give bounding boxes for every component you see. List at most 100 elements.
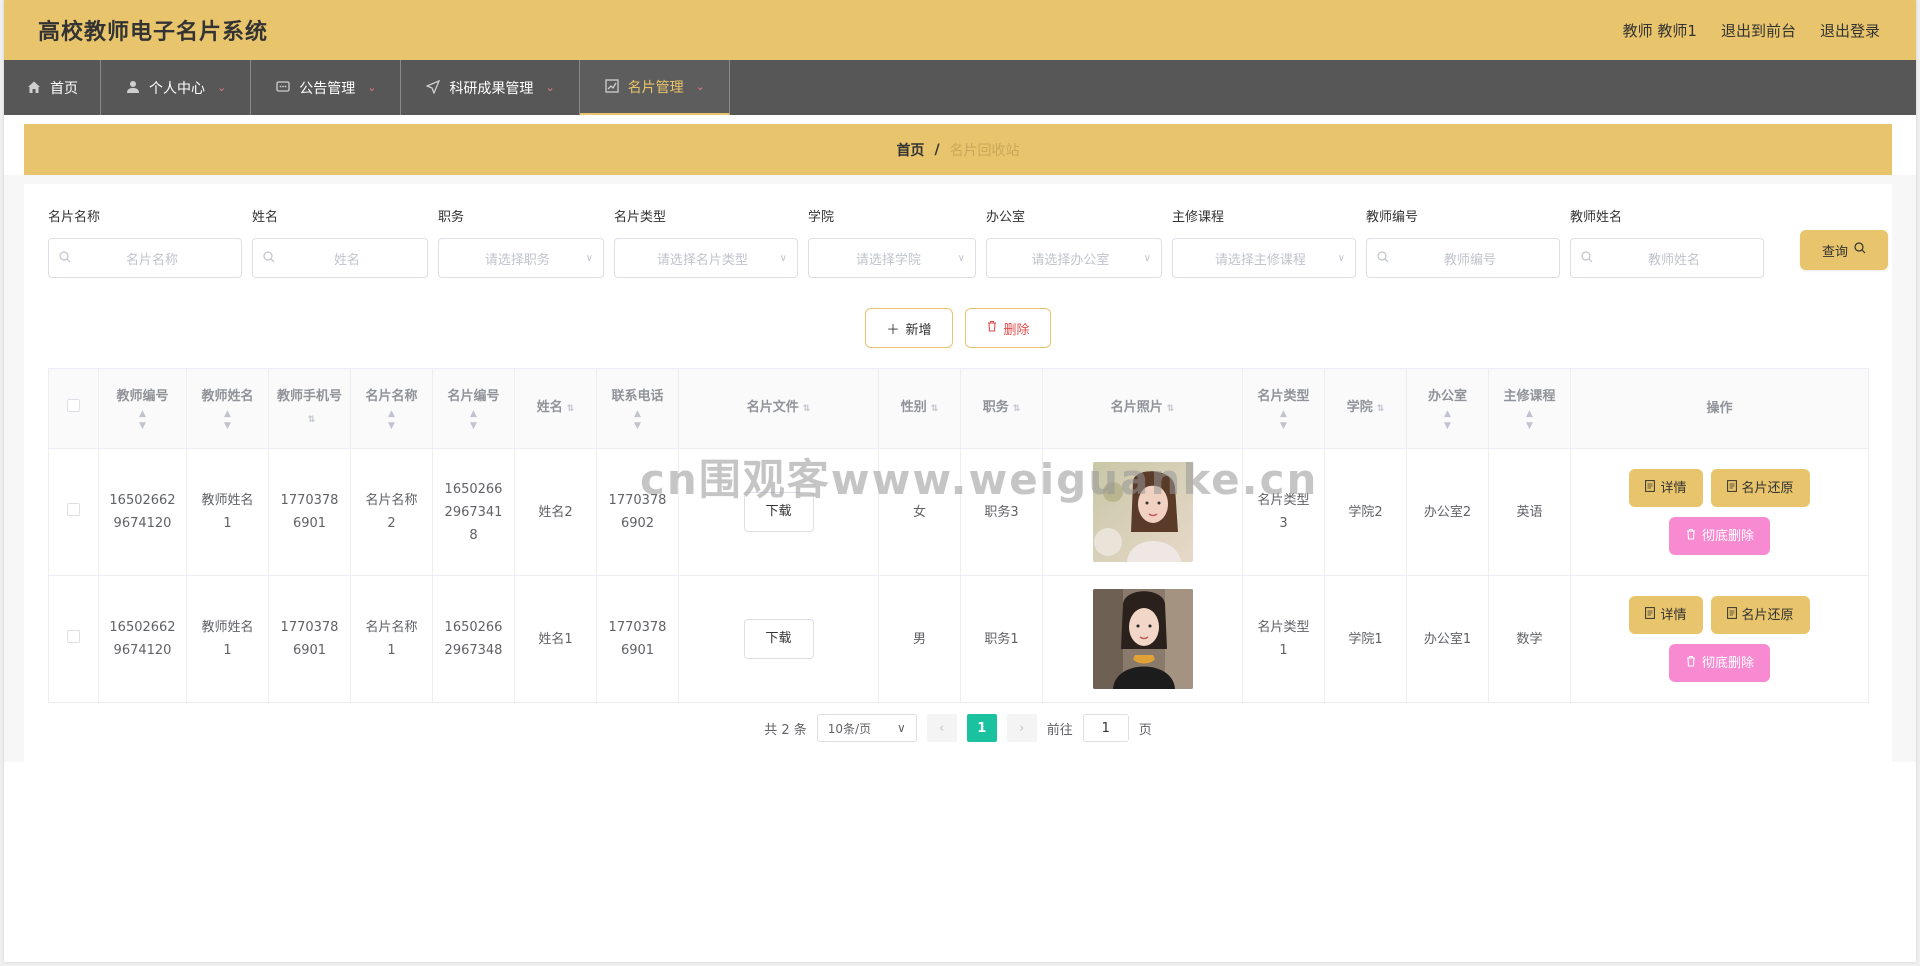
app-title: 高校教师电子名片系统	[38, 20, 269, 45]
next-page-button[interactable]: ›	[1006, 714, 1037, 742]
select-all-checkbox[interactable]	[67, 398, 80, 412]
breadcrumb-home[interactable]: 首页	[896, 140, 924, 160]
college-select[interactable]: 请选择学院 ∨	[808, 238, 976, 278]
column-header[interactable]: 名片照片 ⇅	[1042, 368, 1243, 449]
column-header[interactable]: 学院 ⇅	[1324, 368, 1407, 449]
field-card-name: 名片名称 名片名称	[48, 208, 242, 278]
nav-item-card[interactable]: 名片管理 ⌄	[579, 60, 730, 115]
breadcrumb: 首页 / 名片回收站	[24, 124, 1892, 175]
page-number-current[interactable]: 1	[966, 714, 997, 742]
to-front-link[interactable]: 退出到前台	[1721, 20, 1796, 41]
chevron-down-icon: ⌄	[217, 81, 227, 94]
add-button[interactable]: ＋ 新增	[865, 308, 953, 348]
sort-icon: ⇅	[930, 404, 939, 414]
column-header[interactable]: 姓名 ⇅	[514, 368, 597, 449]
card-name-input[interactable]: 名片名称	[48, 238, 242, 278]
delete-button[interactable]: 删除	[964, 308, 1051, 348]
column-header[interactable]: 名片文件 ⇅	[678, 368, 879, 449]
chevron-down-icon: ∨	[896, 721, 906, 735]
download-button[interactable]: 下载	[743, 492, 814, 532]
cell-file: 下载	[678, 575, 879, 703]
detail-button[interactable]: 详情	[1629, 469, 1703, 507]
trash-icon	[1685, 652, 1697, 675]
field-label: 办公室	[986, 210, 1026, 225]
goto-page-input[interactable]: 1	[1082, 714, 1129, 742]
field-office: 办公室 请选择办公室 ∨	[986, 208, 1162, 278]
placeholder: 请选择学院	[855, 252, 921, 268]
column-header[interactable]: 名片编号 ▲ ▼	[432, 368, 515, 449]
table-row: 16502662 9674120 教师姓名 1 1770378 6901 名片名称 2 …	[48, 448, 1869, 576]
download-button[interactable]: 下载	[743, 619, 814, 659]
cell-card-no: 1650266 2967348	[432, 575, 515, 703]
top-header: 高校教师电子名片系统 教师 教师1 退出到前台 退出登录	[4, 0, 1916, 60]
pagination: 共 2 条 10条/页 ∨ ‹ 1 › 前往 1 页	[24, 714, 1892, 742]
cell-photo	[1042, 448, 1243, 576]
cell-position: 职务1	[960, 575, 1043, 703]
cell-position: 职务3	[960, 448, 1043, 576]
purge-button[interactable]: 彻底删除	[1668, 644, 1770, 682]
cell-college: 学院1	[1324, 575, 1407, 703]
office-select[interactable]: 请选择办公室 ∨	[986, 238, 1162, 278]
field-course: 主修课程 请选择主修课程 ∨	[1172, 208, 1356, 278]
cell-phone: 1770378 6902	[596, 448, 679, 576]
sort-icon: ⇅	[1376, 404, 1385, 414]
goto-suffix: 页	[1138, 722, 1152, 738]
placeholder: 名片名称	[125, 252, 178, 268]
name-input[interactable]: 姓名	[252, 238, 428, 278]
prev-page-button[interactable]: ‹	[926, 714, 957, 742]
detail-button[interactable]: 详情	[1629, 596, 1703, 634]
card-photo[interactable]	[1092, 462, 1193, 562]
row-checkbox[interactable]	[67, 502, 80, 516]
sort-icon: ⇅	[1012, 404, 1021, 414]
nav-label: 公告管理	[299, 80, 356, 97]
search-icon	[1377, 251, 1391, 265]
document-icon	[1645, 604, 1656, 627]
column-header[interactable]: 办公室 ▲ ▼	[1406, 368, 1489, 449]
cell-card-name: 名片名称 2	[350, 448, 433, 576]
chevron-down-icon: ∨	[957, 252, 965, 264]
logout-link[interactable]: 退出登录	[1820, 20, 1880, 41]
field-label: 名片名称	[48, 210, 101, 225]
teacher-name-input[interactable]: 教师姓名	[1570, 238, 1764, 278]
column-header[interactable]: 职务 ⇅	[960, 368, 1043, 449]
field-label: 姓名	[252, 210, 279, 225]
column-header[interactable]: 教师编号 ▲ ▼	[98, 368, 187, 449]
sort-icon: ▲ ▼	[224, 408, 231, 431]
search-icon	[1854, 242, 1866, 258]
column-header[interactable]: 教师姓名 ▲ ▼	[186, 368, 269, 449]
page-size-select[interactable]: 10条/页 ∨	[816, 714, 917, 742]
restore-button[interactable]: 名片还原	[1710, 469, 1810, 507]
card-type-select[interactable]: 请选择名片类型 ∨	[614, 238, 798, 278]
sort-icon: ▲ ▼	[1526, 408, 1533, 431]
sort-icon: ▲ ▼	[1280, 408, 1287, 431]
purge-button[interactable]: 彻底删除	[1668, 517, 1770, 555]
field-label: 学院	[808, 210, 835, 225]
chevron-down-icon: ⌄	[695, 80, 705, 93]
column-header[interactable]: 名片名称 ▲ ▼	[350, 368, 433, 449]
nav-item-home[interactable]: 首页	[4, 60, 101, 115]
restore-button[interactable]: 名片还原	[1710, 596, 1810, 634]
sort-icon: ⇅	[802, 404, 811, 414]
chart-icon	[604, 78, 620, 95]
position-select[interactable]: 请选择职务 ∨	[438, 238, 604, 278]
sort-icon: ⇅	[307, 415, 316, 425]
placeholder: 请选择职务	[484, 252, 550, 268]
sort-icon: ⇅	[566, 404, 575, 414]
column-header[interactable]: 主修课程 ▲ ▼	[1488, 368, 1571, 449]
row-checkbox[interactable]	[67, 629, 80, 643]
column-header[interactable]: 联系电话 ▲ ▼	[596, 368, 679, 449]
column-header[interactable]: 教师手机号⇅	[268, 368, 351, 449]
field-name: 姓名 姓名	[252, 208, 428, 278]
chevron-down-icon: ⌄	[367, 81, 377, 94]
query-button[interactable]: 查询	[1800, 230, 1888, 270]
column-header[interactable]: 性别 ⇅	[878, 368, 961, 449]
nav-item-notice[interactable]: 公告管理 ⌄	[251, 60, 402, 115]
nav-item-personal[interactable]: 个人中心 ⌄	[101, 60, 252, 115]
column-header[interactable]: 名片类型 ▲ ▼	[1242, 368, 1325, 449]
course-select[interactable]: 请选择主修课程 ∨	[1172, 238, 1356, 278]
trash-icon	[1685, 525, 1697, 548]
nav-item-research[interactable]: 科研成果管理 ⌄	[401, 60, 580, 115]
card-photo[interactable]	[1092, 589, 1193, 689]
teacher-no-input[interactable]: 教师编号	[1366, 238, 1560, 278]
chevron-down-icon: ∨	[1337, 252, 1345, 264]
